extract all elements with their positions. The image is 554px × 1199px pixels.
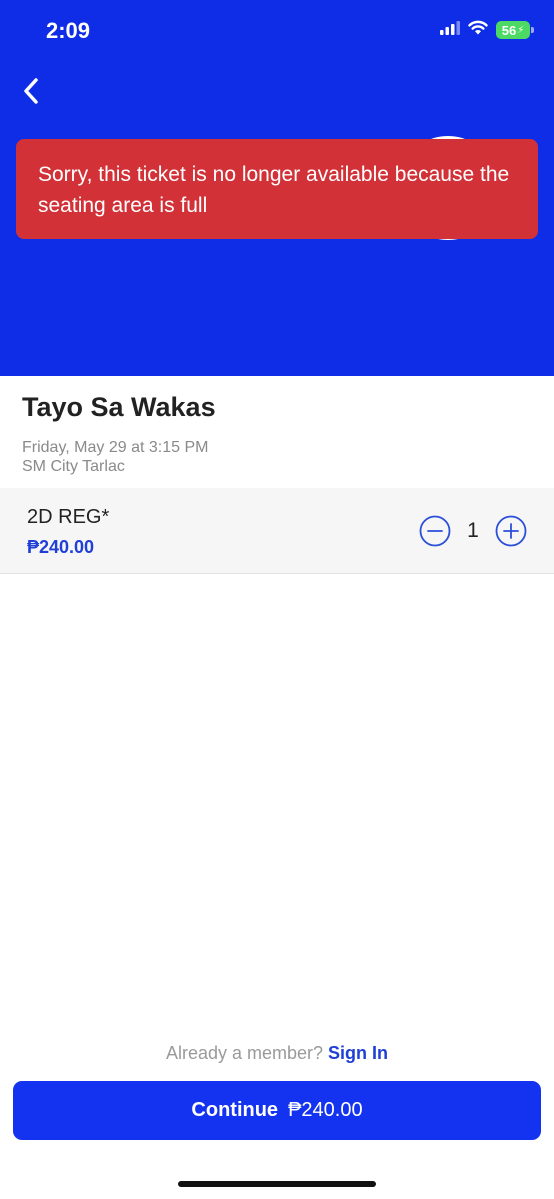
chevron-left-icon — [22, 77, 40, 110]
battery-icon: 56 ⚡ — [496, 21, 534, 39]
plus-circle-icon — [495, 515, 527, 547]
back-button[interactable] — [14, 76, 48, 110]
home-indicator — [178, 1181, 376, 1187]
increment-button[interactable] — [495, 515, 527, 547]
ticket-type-price: ₱240.00 — [27, 537, 95, 557]
battery-tip — [531, 27, 534, 33]
cinema-name: SM City Tarlac — [22, 458, 125, 475]
ticket-type-row: 2D REG* ₱240.00 1 — [0, 488, 554, 574]
continue-amount: ₱240.00 — [288, 1099, 363, 1121]
signal-icon — [440, 20, 460, 40]
status-time: 2:09 — [46, 18, 91, 43]
minus-circle-icon — [419, 515, 451, 547]
sign-in-link[interactable]: Sign In — [328, 1043, 388, 1063]
error-toast-message: Sorry, this ticket is no longer availabl… — [38, 163, 510, 217]
charging-bolt-icon: ⚡ — [517, 24, 525, 36]
decrement-button[interactable] — [419, 515, 451, 547]
movie-title: Tayo Sa Wakas — [22, 392, 216, 422]
member-prompt: Already a member? Sign In — [0, 1043, 554, 1064]
error-toast: Sorry, this ticket is no longer availabl… — [16, 139, 538, 239]
ticket-type-name: 2D REG* — [27, 506, 110, 528]
wifi-icon — [468, 20, 488, 40]
continue-label: Continue — [191, 1099, 279, 1121]
quantity-value: 1 — [467, 519, 479, 542]
status-icons: 56 ⚡ — [440, 20, 534, 40]
battery-level: 56 — [501, 22, 517, 38]
continue-button[interactable]: Continue ₱240.00 — [13, 1081, 541, 1140]
member-prompt-text: Already a member? — [165, 1043, 324, 1063]
showtime-text: Friday, May 29 at 3:15 PM — [22, 439, 209, 456]
quantity-stepper: 1 — [419, 514, 527, 548]
